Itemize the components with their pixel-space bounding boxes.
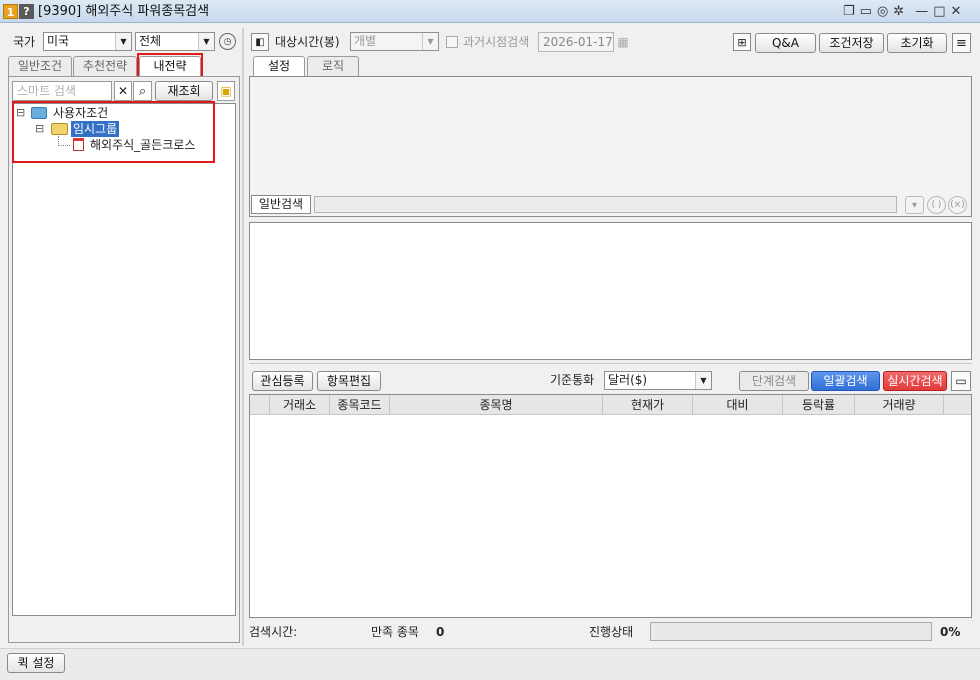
parentheses-icon[interactable]: ( ) [927,196,946,214]
search-time-label: 검색시간: [249,625,298,639]
col-change[interactable]: 대비 [693,395,783,415]
reset-button[interactable]: 초기화 [887,33,947,53]
minimize-icon[interactable]: — [915,2,928,21]
chevron-down-icon: ▼ [695,372,711,389]
col-check[interactable] [250,395,270,415]
table-header: 거래소 종목코드 종목명 현재가 대비 등락률 거래량 [250,395,971,415]
title-controls: ❐ ▭ ◎ ✲ — □ ✕ [843,2,978,21]
result-table [249,394,972,618]
tab-highlight [137,53,203,78]
smart-search-input[interactable]: 스마트 검색 [12,81,112,101]
remove-parentheses-icon[interactable]: (×) [948,196,967,214]
chevron-down-icon: ▼ [198,33,214,50]
window-title: [9390] 해외주식 파워종목검색 [38,4,210,19]
chevron-down-icon: ▼ [115,33,131,50]
gear-icon[interactable]: ✲ [893,2,904,21]
formula-input[interactable] [314,196,897,213]
tab-settings[interactable]: 설정 [253,56,305,76]
past-search-checkbox[interactable] [446,36,458,48]
tile-icon[interactable]: ▭ [860,2,872,21]
formula-dropdown-icon[interactable]: ▾ [905,196,924,214]
market-select[interactable]: 전체 ▼ [135,32,215,51]
currency-select[interactable]: 달러($) ▼ [604,371,712,390]
edit-items-button[interactable]: 항목편집 [317,371,381,391]
chevron-down-icon: ▼ [422,33,438,50]
market-value: 전체 [139,34,162,48]
strategy-tree [12,103,236,616]
condition-list [249,222,972,360]
calendar-icon[interactable]: ▦ [614,32,632,52]
col-name[interactable]: 종목명 [390,395,603,415]
step-search-button[interactable]: 단계검색 [739,371,809,391]
tree-highlight [12,101,215,163]
col-symbol[interactable]: 종목코드 [330,395,390,415]
batch-search-button[interactable]: 일괄검색 [811,371,880,391]
collapse-panel-icon[interactable]: ◧ [251,33,269,51]
progress-bar [650,622,932,641]
register-interest-button[interactable]: 관심등록 [252,371,313,391]
save-condition-button[interactable]: 조건저장 [819,33,884,53]
match-label: 만족 종목 [371,625,419,639]
tab-logic[interactable]: 로직 [307,56,359,76]
window-number-badge[interactable]: 1 [3,4,18,19]
quick-settings-button[interactable]: 퀵 설정 [7,653,65,673]
menu-icon[interactable]: ≡ [952,33,971,53]
export-icon[interactable]: ▭ [951,371,971,391]
target-time-select[interactable]: 개별 ▼ [350,32,439,51]
country-value: 미국 [47,34,70,48]
country-label: 국가 [13,35,36,49]
gift-icon[interactable]: ⊞ [733,33,751,51]
realtime-search-button[interactable]: 실시간검색 [883,371,947,391]
maximize-icon[interactable]: □ [933,2,945,21]
col-volume[interactable]: 거래량 [855,395,944,415]
search-icon[interactable]: ⌕ [133,81,152,101]
close-icon[interactable]: ✕ [951,2,962,21]
footer-bar [0,648,980,680]
match-count: 0 [436,625,445,639]
col-exchange[interactable]: 거래소 [270,395,330,415]
general-search-label: 일반검색 [251,195,311,214]
progress-percent: 0% [940,625,961,639]
col-change-rate[interactable]: 등락률 [783,395,855,415]
clear-search-icon[interactable]: ✕ [114,81,132,101]
splitter[interactable] [249,363,972,366]
col-price[interactable]: 현재가 [603,395,693,415]
help-badge[interactable]: ? [19,4,34,19]
past-date-input[interactable]: 2026-01-17 [538,32,614,52]
pin-icon[interactable]: ❐ [843,2,855,21]
progress-label: 진행상태 [589,625,634,639]
past-search-label: 과거시점검색 [463,35,530,49]
clock-icon[interactable]: ◷ [219,33,236,50]
tab-general-conditions[interactable]: 일반조건 [8,56,72,76]
target-time-label: 대상시간(봉) [275,35,340,49]
target-time-value: 개별 [354,34,377,48]
reload-button[interactable]: 재조회 [155,81,213,101]
currency-value: 달러($) [608,373,648,387]
camera-icon[interactable]: ◎ [877,2,888,21]
qa-button[interactable]: Q&A [755,33,816,53]
country-select[interactable]: 미국 ▼ [43,32,132,51]
pane-divider [242,28,244,646]
tab-recommended-strategy[interactable]: 추천전략 [73,56,137,76]
currency-label: 기준통화 [550,373,595,387]
folder-add-icon[interactable]: ▣ [217,81,235,101]
